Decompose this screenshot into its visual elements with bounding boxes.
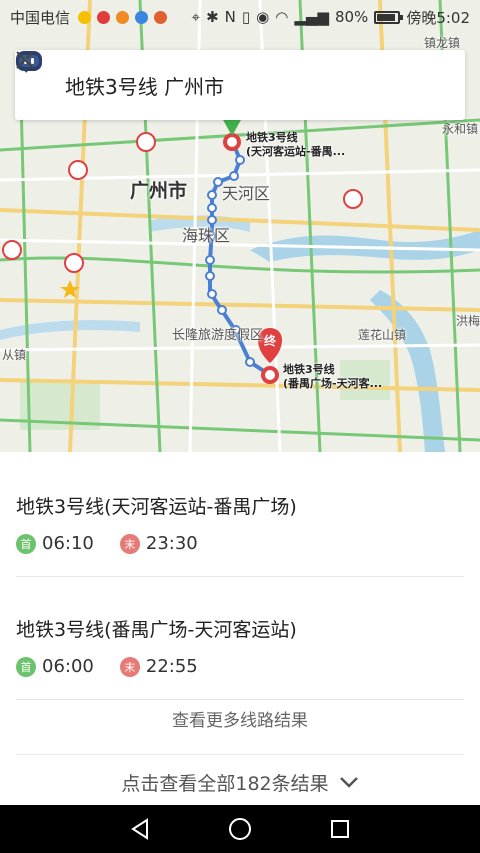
nav-recents-button[interactable] [322, 811, 358, 847]
first-train-time: 06:00 [42, 656, 94, 677]
nav-home-button[interactable] [222, 811, 258, 847]
map-label-city: 广州市 [130, 180, 188, 202]
map-label-zhenlong: 镇龙镇 [424, 36, 461, 50]
app-notification-icon [97, 10, 111, 24]
map-label-haizhu: 海珠区 [182, 226, 231, 245]
route-title: 地铁3号线(天河客运站-番禺广场) [16, 496, 297, 518]
last-train-badge: 末 [119, 656, 140, 677]
start-station-marker [223, 133, 241, 151]
map-view[interactable]: 广州市 天河区 海珠区 长隆旅游度假区 莲花山镇 从镇 永和镇 镇龙镇 洪梅 地… [0, 0, 480, 452]
app-notification-icon [116, 10, 130, 24]
status-right: ⌖ ✱ N ▯ ◉ ◠ ▂▄▆ 80% 傍晚5:02 [192, 7, 470, 28]
close-button[interactable] [16, 51, 451, 105]
route-item[interactable]: 地铁3号线(番禺广场-天河客运站) 首 06:00 末 22:55 [0, 577, 480, 699]
first-train-time: 06:10 [42, 533, 94, 554]
wifi-icon: ◠ [275, 8, 289, 26]
notification-icon [78, 10, 92, 24]
end-label-line2: (番禺广场-天河客... [283, 377, 383, 390]
results-list: 地铁3号线(天河客运站-番禺广场) 首 06:10 末 23:30 地铁3号线(… [0, 452, 480, 700]
app-notification-icon [135, 10, 149, 24]
map-label-tianhe: 天河区 [222, 184, 271, 203]
battery-percent: 80% [334, 8, 369, 26]
vibrate-icon: ▯ [241, 8, 251, 26]
end-station-marker [261, 366, 279, 384]
start-label-line1: 地铁3号线 [246, 131, 298, 144]
last-train-time: 23:30 [145, 533, 198, 554]
triangle-back-icon [131, 818, 148, 840]
map-label-hongmei: 洪梅 [456, 314, 480, 328]
divider [16, 754, 464, 755]
start-pin-icon [222, 118, 242, 136]
battery-icon [374, 10, 404, 24]
route-times: 首 06:10 末 23:30 [16, 533, 464, 554]
eye-icon: ◉ [256, 8, 270, 26]
map-label-lianhuashan: 莲花山镇 [358, 328, 407, 342]
nfc-icon: N [224, 8, 236, 26]
chevron-down-icon [339, 777, 358, 788]
square-recents-icon [331, 820, 349, 838]
all-results-button[interactable]: 点击查看全部182条结果 [0, 762, 480, 802]
signal-icon: ▂▄▆ [294, 8, 329, 26]
map-label-changlong: 长隆旅游度假区 [172, 328, 264, 343]
status-bar: 中国电信 ⌖ ✱ N ▯ ◉ ◠ ▂▄▆ 80% 傍晚5:02 [0, 0, 480, 34]
system-nav-bar [0, 805, 480, 853]
circle-home-icon [229, 818, 251, 840]
start-station-label[interactable]: 地铁3号线 (天河客运站-番禺... [246, 131, 345, 159]
bluetooth-icon: ✱ [206, 8, 219, 26]
end-label-line1: 地铁3号线 [283, 363, 335, 376]
all-results-label: 点击查看全部182条结果 [121, 772, 329, 795]
search-query[interactable]: 地铁3号线 广州市 [65, 71, 359, 100]
map-label-congzhen: 从镇 [2, 348, 27, 362]
location-icon: ⌖ [191, 8, 201, 26]
end-station-label[interactable]: 地铁3号线 (番禺广场-天河客... [283, 363, 382, 391]
map-label-yonghe: 永和镇 [442, 122, 479, 136]
close-icon [16, 51, 34, 69]
last-train-time: 22:55 [145, 656, 198, 677]
voice-assistant-button[interactable] [16, 51, 399, 105]
clock: 傍晚5:02 [406, 8, 470, 27]
route-times: 首 06:00 末 22:55 [16, 656, 464, 677]
carrier-name: 中国电信 [10, 8, 71, 27]
route-title: 地铁3号线(番禺广场-天河客运站) [16, 619, 297, 641]
route-item[interactable]: 地铁3号线(天河客运站-番禺广场) 首 06:10 末 23:30 [0, 452, 480, 576]
status-icons [78, 10, 192, 24]
search-bar[interactable]: 地铁3号线 广州市 [15, 50, 465, 120]
start-label-line2: (天河客运站-番禺... [246, 145, 346, 158]
more-routes-link[interactable]: 查看更多线路结果 [0, 700, 480, 736]
app-notification-icon [154, 10, 168, 24]
last-train-badge: 末 [119, 533, 140, 554]
first-train-badge: 首 [16, 656, 36, 677]
end-marker-text: 终 [263, 334, 276, 348]
nav-back-button[interactable] [122, 811, 158, 847]
first-train-badge: 首 [16, 533, 36, 554]
